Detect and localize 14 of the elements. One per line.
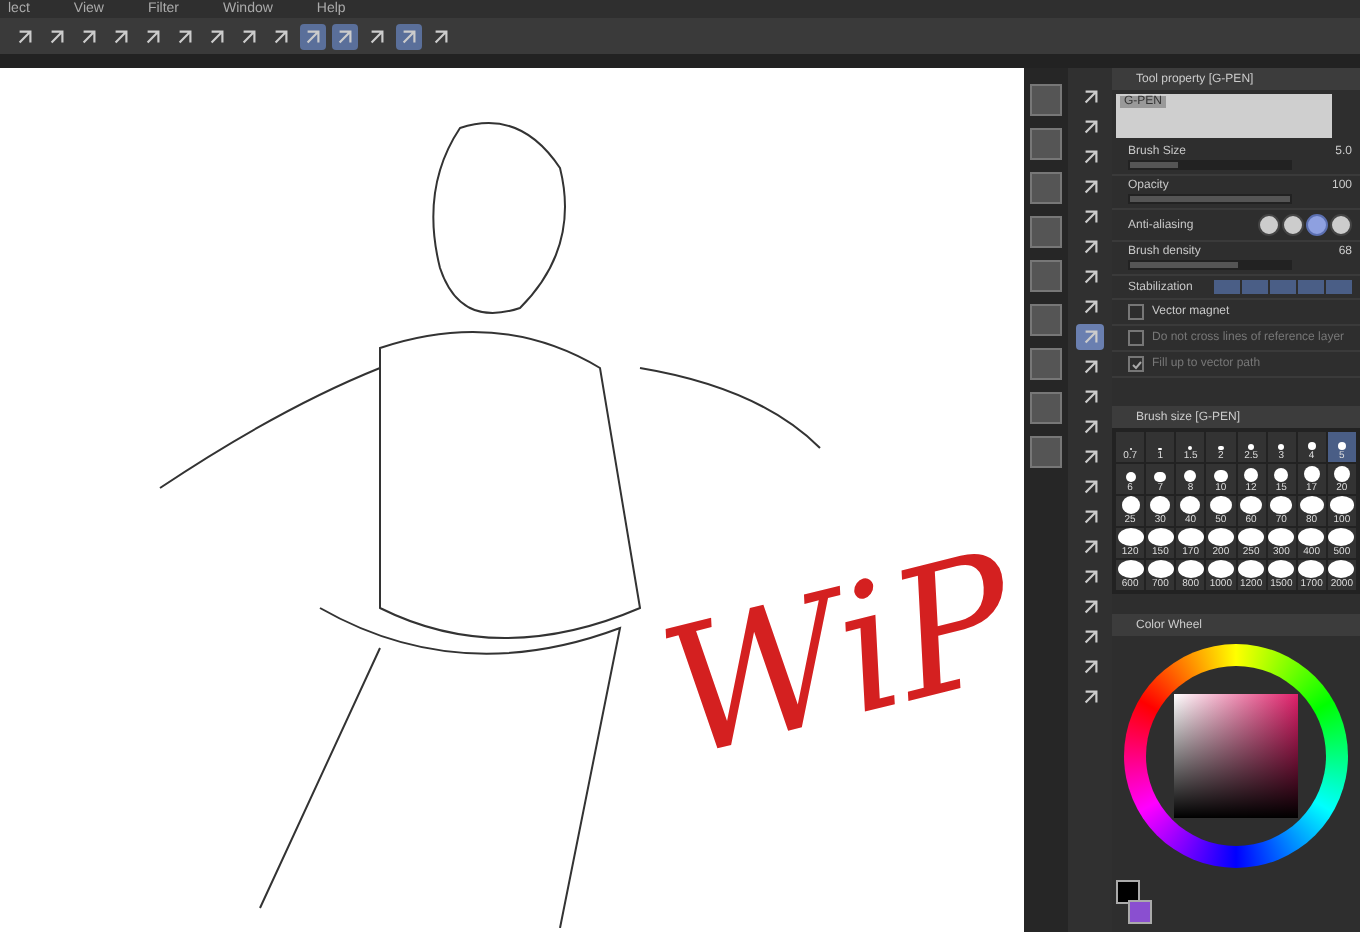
anti-aliasing-option[interactable] bbox=[1282, 214, 1304, 236]
color-square[interactable] bbox=[1174, 694, 1298, 818]
main-color-swatch[interactable] bbox=[1116, 880, 1140, 904]
anti-aliasing-option[interactable] bbox=[1258, 214, 1280, 236]
toolbar-button[interactable] bbox=[300, 23, 326, 49]
anti-aliasing-option[interactable] bbox=[1330, 214, 1352, 236]
slider-track[interactable] bbox=[1128, 260, 1292, 270]
anti-aliasing-option[interactable] bbox=[1306, 214, 1328, 236]
checkbox[interactable] bbox=[1128, 304, 1144, 320]
toolbar-button[interactable] bbox=[332, 23, 358, 49]
sub-color-swatch[interactable] bbox=[1128, 900, 1152, 924]
overlay-text: WiP bbox=[647, 527, 1024, 785]
toolbar-button[interactable] bbox=[396, 23, 422, 49]
slider-track[interactable] bbox=[1128, 160, 1292, 170]
